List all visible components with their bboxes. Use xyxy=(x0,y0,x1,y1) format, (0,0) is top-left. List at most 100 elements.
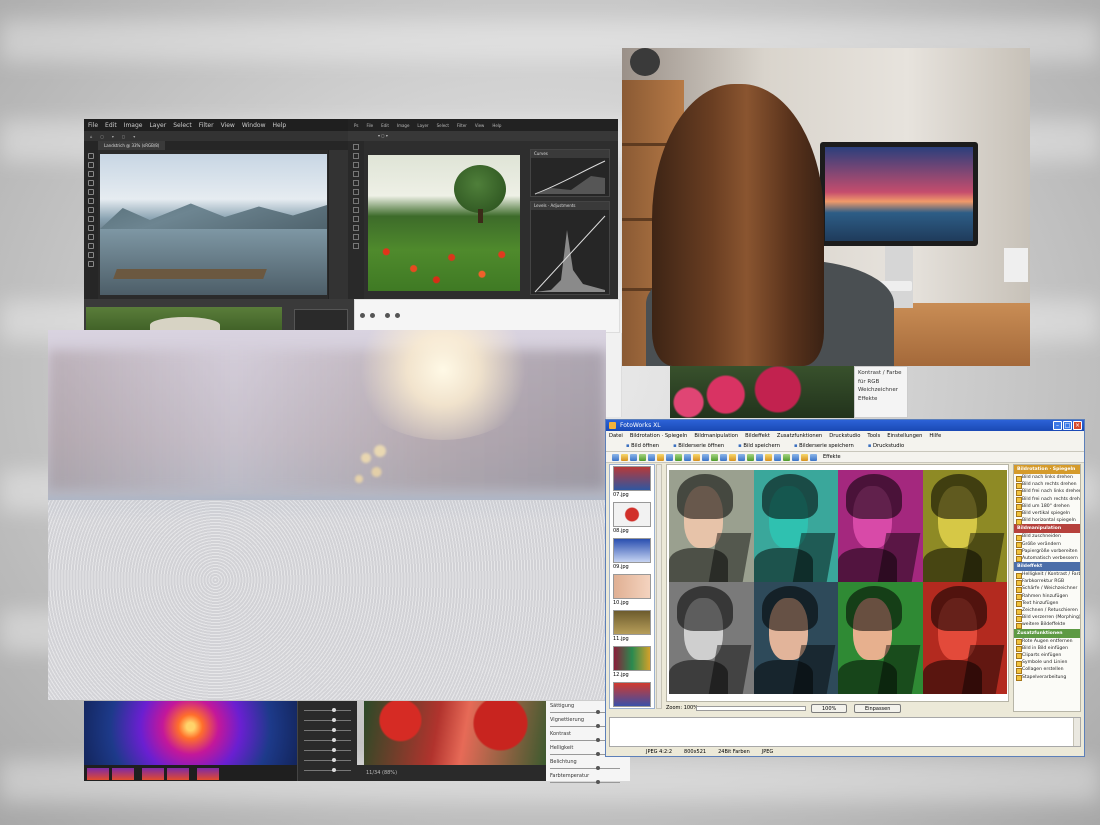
panel-function-item[interactable]: Cliparts einfügen xyxy=(1014,652,1080,660)
thumbnail-image[interactable] xyxy=(613,610,651,635)
slider-track[interactable] xyxy=(550,768,620,769)
save-icon[interactable] xyxy=(621,454,628,461)
panel-function-item[interactable]: Farbkorrektur RGB xyxy=(1014,578,1080,586)
thumbnail-item[interactable]: 08.jpg xyxy=(610,502,654,537)
batch-icon[interactable] xyxy=(747,454,754,461)
tool-icon[interactable] xyxy=(353,171,359,177)
thumbnail-image[interactable] xyxy=(613,682,651,707)
frame-icon[interactable] xyxy=(684,454,691,461)
fw-action-button[interactable]: Druckstudio xyxy=(868,441,904,451)
ps-menu-item[interactable]: Select xyxy=(173,122,192,129)
print-icon[interactable] xyxy=(756,454,763,461)
thumbnail-image[interactable] xyxy=(613,538,651,563)
ps-menu-item[interactable]: Window xyxy=(242,122,266,129)
info-icon[interactable] xyxy=(801,454,808,461)
slider-knob[interactable] xyxy=(596,738,601,742)
ps2-menu-item[interactable]: Filter xyxy=(457,123,467,128)
close-button[interactable]: × xyxy=(1073,421,1082,430)
panel-function-item[interactable]: Größe verändern xyxy=(1014,541,1080,549)
panel-function-item[interactable]: Bild in Bild einfügen xyxy=(1014,645,1080,653)
fw-menu-item[interactable]: Tools xyxy=(867,431,880,441)
tool-icon[interactable] xyxy=(353,198,359,204)
panel-function-item[interactable]: Rahmen hinzufügen xyxy=(1014,593,1080,601)
rotate-icon[interactable] xyxy=(630,454,637,461)
resize-icon[interactable] xyxy=(648,454,655,461)
thumbnail-item[interactable]: 07.jpg xyxy=(610,466,654,501)
crop-icon[interactable] xyxy=(639,454,646,461)
draw-icon[interactable] xyxy=(702,454,709,461)
filmstrip-thumb[interactable] xyxy=(112,768,134,780)
redo-icon[interactable] xyxy=(792,454,799,461)
thumbnail-list[interactable]: 07.jpg 08.jpg 09.jpg 10.jpg 11.jpg 12.jpg 13.j… xyxy=(609,464,655,709)
fw-menu-item[interactable]: Bildmanipulation xyxy=(694,431,738,441)
crop-tool-icon[interactable] xyxy=(88,189,94,195)
undo-icon[interactable] xyxy=(783,454,790,461)
pen-tool-icon[interactable] xyxy=(88,234,94,240)
thumbnail-image[interactable] xyxy=(613,466,651,491)
slider-knob[interactable] xyxy=(596,752,601,756)
tool-icon[interactable] xyxy=(353,189,359,195)
tool-icon[interactable] xyxy=(353,180,359,186)
panel-function-item[interactable]: Automatisch verbessern xyxy=(1014,555,1080,563)
fw-menu-item[interactable]: Zusatzfunktionen xyxy=(777,431,822,441)
filmstrip-thumb[interactable] xyxy=(142,768,165,780)
fit-button[interactable]: Einpassen xyxy=(854,704,902,713)
menu-snip-item[interactable]: Weichzeichner xyxy=(858,386,904,395)
ps2-menu-item[interactable]: Image xyxy=(397,123,410,128)
ps-menu-item[interactable]: Image xyxy=(124,122,143,129)
zoom-slider[interactable] xyxy=(696,706,806,711)
panel-section-header[interactable]: Zusatzfunktionen xyxy=(1014,628,1080,638)
ps-menu-item[interactable]: File xyxy=(88,122,98,129)
ps2-menu-item[interactable]: Edit xyxy=(381,123,389,128)
help-icon[interactable] xyxy=(810,454,817,461)
wand-tool-icon[interactable] xyxy=(88,180,94,186)
slider-track[interactable] xyxy=(550,782,620,783)
tool-dot-icon[interactable] xyxy=(385,313,391,318)
panel-function-item[interactable]: Symbole und Linien xyxy=(1014,659,1080,667)
thumbnail-item[interactable]: 13.jpg xyxy=(610,682,654,708)
menu-snip-item[interactable]: Effekte xyxy=(858,395,904,404)
fw-action-button[interactable]: Bild öffnen xyxy=(626,441,659,451)
thumbnail-item[interactable]: 10.jpg xyxy=(610,574,654,609)
tool-icon[interactable] xyxy=(353,234,359,240)
curves-panel[interactable]: Curves xyxy=(530,149,610,197)
color-icon[interactable] xyxy=(666,454,673,461)
tool-icon[interactable] xyxy=(353,216,359,222)
ps2-menu-item[interactable]: Layer xyxy=(417,123,428,128)
curve-graph[interactable] xyxy=(531,158,609,196)
fx-icon[interactable] xyxy=(774,454,781,461)
slider-row[interactable]: Farbtemperatur xyxy=(546,771,630,784)
tool-icon[interactable] xyxy=(353,144,359,150)
marquee-tool-icon[interactable] xyxy=(88,162,94,168)
adjustment-sliders-dark[interactable] xyxy=(297,701,357,781)
text-tool-icon[interactable] xyxy=(88,243,94,249)
zoom-tool-icon[interactable] xyxy=(88,252,94,258)
thumbnail-item[interactable]: 11.jpg xyxy=(610,610,654,645)
panel-function-item[interactable]: Text hinzufügen xyxy=(1014,600,1080,608)
tool-icon[interactable] xyxy=(353,207,359,213)
panel-function-item[interactable]: Bild frei nach rechts drehen xyxy=(1014,496,1080,504)
filmstrip-thumb[interactable] xyxy=(197,768,220,780)
fw-action-button[interactable]: Bilderserie speichern xyxy=(794,441,854,451)
tool-icon[interactable] xyxy=(353,162,359,168)
fw-action-button[interactable]: Bild speichern xyxy=(738,441,780,451)
ps-menu-item[interactable]: Help xyxy=(273,122,287,129)
hand-tool-icon[interactable] xyxy=(88,261,94,267)
tool-icon[interactable] xyxy=(353,153,359,159)
ps-menu-item[interactable]: View xyxy=(221,122,235,129)
thumbnail-item[interactable]: 12.jpg xyxy=(610,646,654,681)
collage-icon[interactable] xyxy=(738,454,745,461)
panel-function-item[interactable]: weitere Bildeffekte xyxy=(1014,621,1080,630)
levels-panel[interactable]: Levels · Adjustments xyxy=(530,201,610,295)
zoom-icon[interactable] xyxy=(765,454,772,461)
ps-menu-item[interactable]: Filter xyxy=(199,122,214,129)
text-icon[interactable] xyxy=(693,454,700,461)
filmstrip-thumb[interactable] xyxy=(167,768,190,780)
ps2-menu-item[interactable]: Help xyxy=(492,123,501,128)
tool-dot-icon[interactable] xyxy=(395,313,401,318)
eraser-tool-icon[interactable] xyxy=(88,216,94,222)
panel-section-header[interactable]: Bildmanipulation xyxy=(1014,524,1080,534)
effects-menu-snippet[interactable]: Kontrast / Farbe für RGB Weichzeichner Effe… xyxy=(854,366,908,418)
tool-icon[interactable] xyxy=(353,243,359,249)
move-tool-icon[interactable] xyxy=(88,153,94,159)
